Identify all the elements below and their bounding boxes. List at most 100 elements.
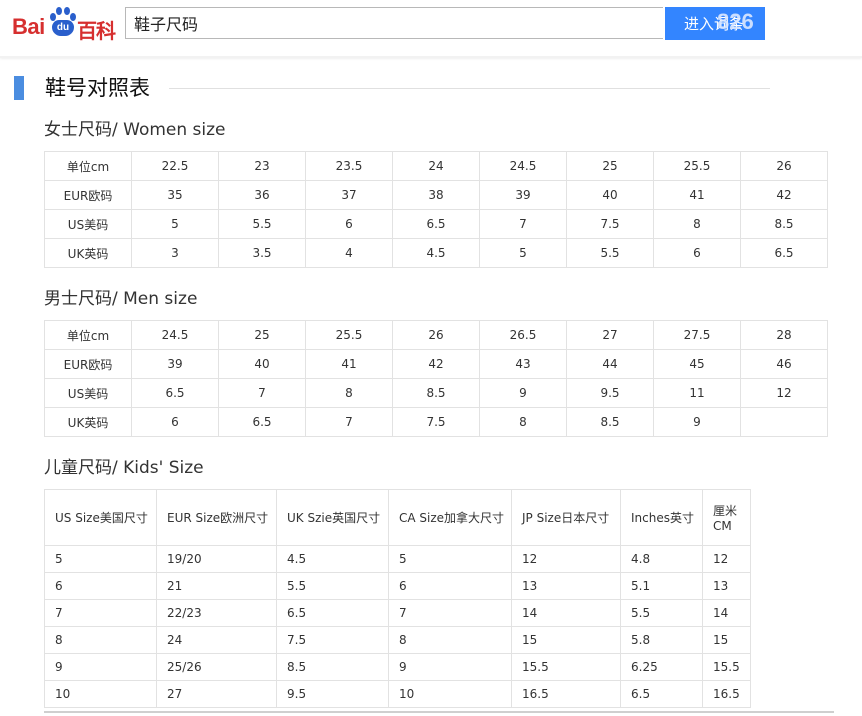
table-cell: 6: [305, 209, 393, 239]
table-cell: 23.5: [305, 151, 393, 181]
table-cell: 7: [218, 378, 306, 408]
table-row: US美码 6.5 7 8 8.5 9 9.5 11 12: [44, 378, 828, 408]
table-cell: 13: [702, 572, 751, 600]
table-cell: 7: [305, 407, 393, 437]
table-cell: 24: [156, 626, 277, 654]
table-cell: 14: [511, 599, 621, 627]
paw-toe: [56, 7, 62, 15]
table-cell: 42: [392, 349, 480, 379]
logo-text-du: du: [52, 20, 74, 36]
table-cell: 8: [44, 626, 157, 654]
table-row: UK英码 6 6.5 7 7.5 8 8.5 9: [44, 407, 828, 437]
women-size-table: 单位cm 22.5 23 23.5 24 24.5 25 25.5 26 EUR欧码 35 36 37 3…: [44, 151, 828, 268]
section-divider: [169, 88, 770, 89]
search-input[interactable]: [126, 8, 663, 38]
logo-text-bai: Bai: [12, 14, 45, 39]
table-cell: 22.5: [131, 151, 219, 181]
table-cell: 41: [305, 349, 393, 379]
table-cell: 9: [479, 378, 567, 408]
table-cell: 15: [702, 626, 751, 654]
table-cell: 45: [653, 349, 741, 379]
search-box: [125, 7, 663, 39]
paw-toe: [64, 7, 70, 15]
table-row: US美码 5 5.5 6 6.5 7 7.5 8 8.5: [44, 209, 828, 239]
table-cell: 6.5: [620, 680, 703, 708]
table-row: 10 27 9.5 10 16.5 6.5 16.5: [44, 680, 751, 708]
table-cell: 6.5: [218, 407, 306, 437]
table-cell: 5: [44, 545, 157, 573]
table-cell: 13: [511, 572, 621, 600]
table-cell: 21: [156, 572, 277, 600]
row-label-cell: 单位cm: [44, 320, 132, 350]
logo-text-baike: 百科: [77, 19, 116, 43]
table-cell: 6.5: [392, 209, 480, 239]
table-cell: 14: [702, 599, 751, 627]
table-cell: 24: [392, 151, 480, 181]
table-cell: 7: [388, 599, 512, 627]
table-cell: 6: [388, 572, 512, 600]
table-cell: 8: [653, 209, 741, 239]
row-label-cell: US美码: [44, 209, 132, 239]
row-label-cell: UK英码: [44, 407, 132, 437]
table-cell: 6.5: [740, 238, 828, 268]
table-cell: 8.5: [392, 378, 480, 408]
table-cell: 40: [218, 349, 306, 379]
table-cell: 5.5: [276, 572, 389, 600]
table-cell: 40: [566, 180, 654, 210]
table-row: 单位cm 24.5 25 25.5 26 26.5 27 27.5 28: [44, 320, 828, 350]
table-cell: 27.5: [653, 320, 741, 350]
table-cell: 6.5: [131, 378, 219, 408]
table-cell: 12: [511, 545, 621, 573]
table-cell: 27: [566, 320, 654, 350]
table-cell: 7.5: [566, 209, 654, 239]
table-cell: 5.5: [620, 599, 703, 627]
paw-icon: du: [49, 7, 77, 37]
table-cell: [740, 407, 828, 437]
table-cell: 5.5: [566, 238, 654, 268]
table-cell: 42: [740, 180, 828, 210]
table-cell: 38: [392, 180, 480, 210]
table-cell: 8.5: [276, 653, 389, 681]
table-header-row: US Size美国尺寸 EUR Size欧洲尺寸 UK Szie英国尺寸 CA Siz…: [44, 489, 751, 546]
table-cell: 10: [388, 680, 512, 708]
table-cell: 9.5: [276, 680, 389, 708]
table-row: 8 24 7.5 8 15 5.8 15: [44, 626, 751, 654]
table-cell: 4.5: [276, 545, 389, 573]
table-row: 9 25/26 8.5 9 15.5 6.25 15.5: [44, 653, 751, 681]
table-cell: 5.8: [620, 626, 703, 654]
table-cell: 19/20: [156, 545, 277, 573]
table-cell: 6: [44, 572, 157, 600]
row-label-cell: UK英码: [44, 238, 132, 268]
section-heading: 鞋号对照表: [14, 75, 770, 101]
table-cell: 15: [511, 626, 621, 654]
table-cell: 44: [566, 349, 654, 379]
row-label-cell: 单位cm: [44, 151, 132, 181]
table-cell: 5.5: [218, 209, 306, 239]
table-cell: 9.5: [566, 378, 654, 408]
table-cell: 5: [131, 209, 219, 239]
table-cell: 3: [131, 238, 219, 268]
table-cell: 8: [388, 626, 512, 654]
table-cell: 39: [479, 180, 567, 210]
row-label-cell: EUR欧码: [44, 349, 132, 379]
header-shadow-divider: [0, 56, 862, 58]
table-header-cell: JP Size日本尺寸: [511, 489, 621, 546]
section-title: 鞋号对照表: [45, 76, 150, 100]
table-cell: 10: [44, 680, 157, 708]
table-cell: 9: [388, 653, 512, 681]
table-cell: 4.8: [620, 545, 703, 573]
table-cell: 26.5: [479, 320, 567, 350]
table-cell: 7.5: [392, 407, 480, 437]
table-cell: 26: [392, 320, 480, 350]
baidu-baike-logo[interactable]: Bai du 百科: [12, 5, 120, 43]
women-size-heading: 女士尺码/ Women size: [44, 120, 226, 140]
table-row: EUR欧码 35 36 37 38 39 40 41 42: [44, 180, 828, 210]
table-cell: 23: [218, 151, 306, 181]
table-cell: 5: [479, 238, 567, 268]
table-cell: 25.5: [305, 320, 393, 350]
table-cell: 16.5: [702, 680, 751, 708]
table-cell: 39: [131, 349, 219, 379]
kids-size-heading: 儿童尺码/ Kids' Size: [44, 458, 204, 478]
table-cell: 46: [740, 349, 828, 379]
table-cell: 3.5: [218, 238, 306, 268]
